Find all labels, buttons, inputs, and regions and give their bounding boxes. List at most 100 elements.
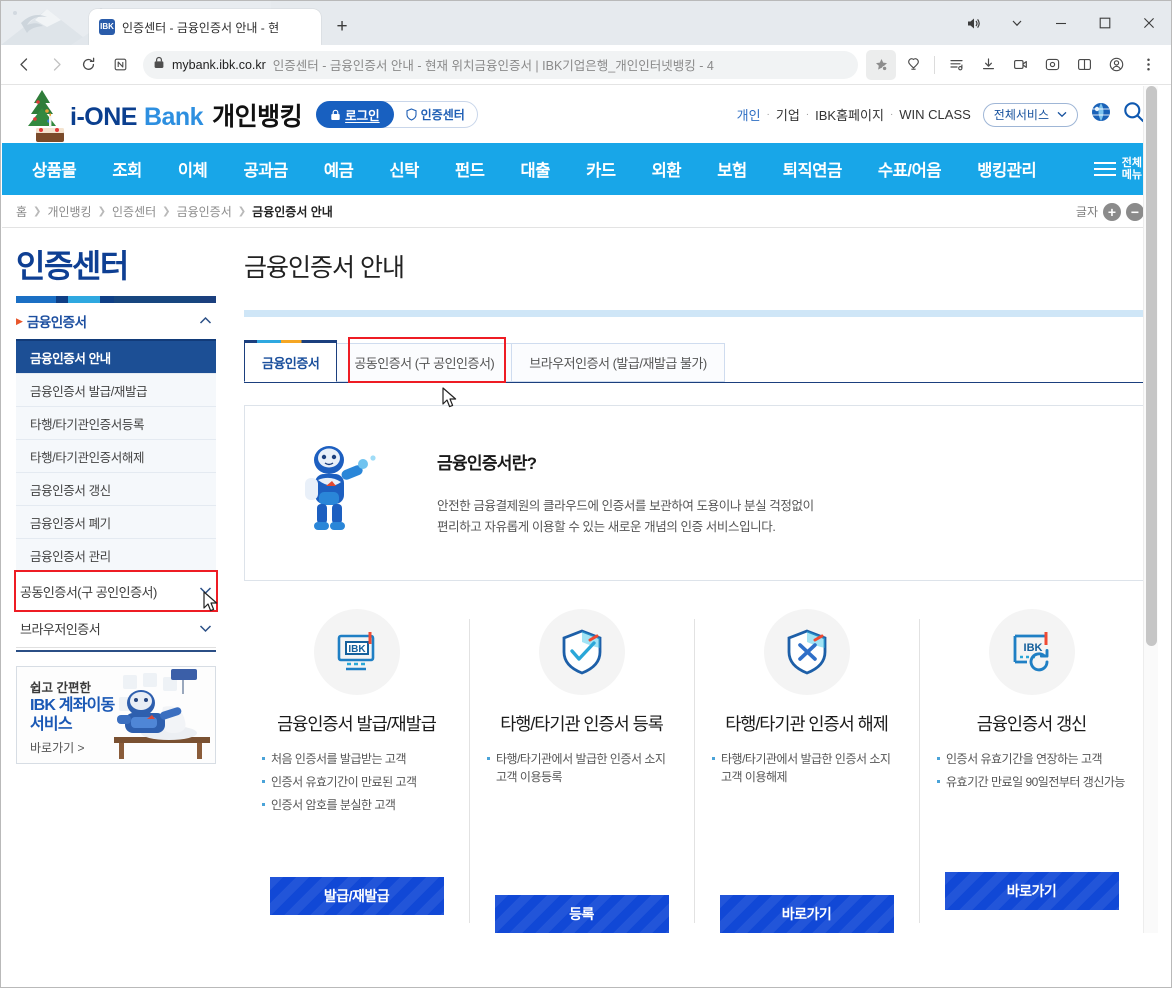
tab-browser-cert[interactable]: 브라우저인증서 (발급/재발급 불가) xyxy=(512,343,725,382)
reload-icon[interactable] xyxy=(73,50,103,80)
brand-bank: Bank xyxy=(143,102,204,131)
card-button-register[interactable]: 등록 xyxy=(494,895,669,933)
browser-essentials-icon[interactable] xyxy=(1037,50,1067,80)
card-renew: IBK 금융인증서 갱신 인증서 유효기간을 연장하는 고객 유효기간 만료일 … xyxy=(919,609,1144,933)
gnb-item-card[interactable]: 카드 xyxy=(568,157,634,181)
card-button-renew[interactable]: 바로가기 xyxy=(944,872,1119,910)
shield-x-icon xyxy=(763,609,850,695)
sidebar-item-issue-reissue[interactable]: 금융인증서 발급/재발급 xyxy=(16,374,216,407)
gnb-item-transfer[interactable]: 이체 xyxy=(160,157,226,181)
gnb-item-shop[interactable]: 상품몰 xyxy=(14,157,94,181)
info-box-text: 금융인증서란? 안전한 금융결제원의 클라우드에 인증서를 보관하여 도용이나 … xyxy=(437,449,814,538)
sidebar-promo-banner[interactable]: 쉽고 간편한 IBK 계좌이동 서비스 바로가기 > xyxy=(16,666,216,764)
gnb-item-trust[interactable]: 신탁 xyxy=(371,157,437,181)
screen-capture-icon[interactable] xyxy=(1005,50,1035,80)
address-bar[interactable]: mybank.ibk.co.kr 인증센터 - 금융인증서 안내 - 현재 위치… xyxy=(143,50,858,79)
split-screen-icon[interactable] xyxy=(1069,50,1099,80)
card-button-release[interactable]: 바로가기 xyxy=(719,895,894,933)
vertical-tabs-icon[interactable] xyxy=(941,50,971,80)
card-bullets-release-other-cert: 타행/타기관에서 발급한 인증서 소지 고객 이용해제 xyxy=(706,750,907,786)
breadcrumb-item-cert-center[interactable]: 인증센터 xyxy=(112,203,156,220)
chevron-down-icon[interactable] xyxy=(995,7,1039,39)
star-filled-icon[interactable] xyxy=(866,49,896,80)
collections-icon[interactable] xyxy=(898,50,928,80)
close-icon[interactable] xyxy=(1127,7,1171,39)
utility-link-homepage[interactable]: IBK홈페이지 xyxy=(815,105,884,124)
all-menu-label-line2: 메뉴 xyxy=(1121,169,1142,181)
sidebar-item-manage[interactable]: 금융인증서 관리 xyxy=(16,539,216,572)
utility-link-personal[interactable]: 개인 xyxy=(737,105,761,124)
url-page-title: 인증센터 - 금융인증서 안내 - 현재 위치금융인증서 | IBK기업은행_개… xyxy=(272,59,714,73)
login-button[interactable]: 로그인 xyxy=(316,101,394,128)
dot-separator: · xyxy=(889,109,894,120)
banner-cta[interactable]: 바로가기 > xyxy=(30,739,85,756)
sidebar-group-browser-cert[interactable]: 브라우저인증서 xyxy=(16,610,216,648)
breadcrumb-item-home[interactable]: 홈 xyxy=(16,203,27,220)
sidebar-group-joint-cert-label: 공동인증서(구 공인인증서) xyxy=(20,584,157,600)
sidebar-item-revoke[interactable]: 금융인증서 폐기 xyxy=(16,506,216,539)
gnb-item-utility-bill[interactable]: 공과금 xyxy=(225,157,305,181)
gnb-item-insurance[interactable]: 보험 xyxy=(699,157,765,181)
gnb-item-foreign-exchange[interactable]: 외환 xyxy=(634,157,700,181)
new-tab-button[interactable]: + xyxy=(327,12,357,42)
tab-joint-cert[interactable]: 공동인증서 (구 공인인증서) xyxy=(337,343,513,382)
card-bullet: 유효기간 만료일 90일전부터 갱신가능 xyxy=(937,773,1126,791)
speaker-icon[interactable] xyxy=(951,7,995,39)
more-options-icon[interactable] xyxy=(1133,50,1163,80)
browser-tab[interactable]: IBK 인증센터 - 금융인증서 안내 - 현 xyxy=(89,9,321,45)
page-title: 금융인증서 안내 xyxy=(244,254,405,282)
sidebar-item-financial-cert-guide[interactable]: 금융인증서 안내 xyxy=(16,341,216,374)
toolbar-divider xyxy=(934,55,935,74)
maximize-icon[interactable] xyxy=(1083,7,1127,39)
content-tabs: 금융인증서 공동인증서 (구 공인인증서) 브라우저인증서 (발급/재발급 불가… xyxy=(244,340,1144,383)
card-title-renew: 금융인증서 갱신 xyxy=(976,714,1088,734)
gnb-item-loan[interactable]: 대출 xyxy=(503,157,569,181)
all-menu-button[interactable]: 전체 메뉴 xyxy=(1093,143,1142,195)
page-scrollbar-thumb[interactable] xyxy=(1146,86,1157,646)
gnb-item-fund[interactable]: 펀드 xyxy=(437,157,503,181)
sidebar-group-financial-cert[interactable]: ▶ 금융인증서 xyxy=(16,303,216,341)
sidebar-item-register-other-bank-cert[interactable]: 타행/타기관인증서등록 xyxy=(16,407,216,440)
sidebar-item-release-other-bank-cert[interactable]: 타행/타기관인증서해제 xyxy=(16,440,216,473)
font-decrease-button[interactable]: − xyxy=(1126,202,1144,221)
banner-line1: 쉽고 간편한 xyxy=(30,681,91,695)
browser-tab-title: 인증센터 - 금융인증서 안내 - 현 xyxy=(122,20,280,35)
utility-link-winclass[interactable]: WIN CLASS xyxy=(899,107,971,122)
gnb-item-inquiry[interactable]: 조회 xyxy=(94,157,160,181)
site-header: i -ONE Bank 개인뱅킹 로그인 인증센터 개인 · 기업 · IBK홈… xyxy=(2,86,1158,143)
profile-icon[interactable] xyxy=(1101,50,1131,80)
minimize-icon[interactable] xyxy=(1039,7,1083,39)
breadcrumb-item-personal-banking[interactable]: 개인뱅킹 xyxy=(47,203,91,220)
brand-logo[interactable]: i -ONE Bank 개인뱅킹 xyxy=(70,97,303,133)
n-box-icon[interactable] xyxy=(105,50,135,80)
shield-icon xyxy=(406,108,417,121)
sidebar-item-renew[interactable]: 금융인증서 갱신 xyxy=(16,473,216,506)
card-release-other-cert: 타행/타기관 인증서 해제 타행/타기관에서 발급한 인증서 소지 고객 이용해… xyxy=(694,609,919,933)
gnb-item-check-note[interactable]: 수표/어음 xyxy=(860,157,959,181)
sidebar-group-label: 금융인증서 xyxy=(26,315,87,330)
tab-financial-cert[interactable]: 금융인증서 xyxy=(244,340,338,382)
gnb-item-pension[interactable]: 퇴직연금 xyxy=(765,157,860,181)
card-bullet: 타행/타기관에서 발급한 인증서 소지 고객 이용등록 xyxy=(487,750,676,786)
card-title-issue-reissue: 금융인증서 발급/재발급 xyxy=(277,714,437,734)
card-button-issue-reissue[interactable]: 발급/재발급 xyxy=(269,877,444,915)
chevron-down-icon xyxy=(1057,111,1067,118)
card-bullets-renew: 인증서 유효기간을 연장하는 고객 유효기간 만료일 90일전부터 갱신가능 xyxy=(931,750,1132,791)
gnb-item-deposit[interactable]: 예금 xyxy=(306,157,372,181)
chevron-down-icon xyxy=(199,622,212,636)
page-scrollbar[interactable] xyxy=(1143,86,1158,933)
breadcrumb-item-financial-cert[interactable]: 금융인증서 xyxy=(177,203,232,220)
banner-line2: IBK 계좌이동 서비스 xyxy=(30,696,115,734)
gnb-item-banking-management[interactable]: 뱅킹관리 xyxy=(959,157,1054,181)
all-services-dropdown[interactable]: 전체서비스 xyxy=(982,102,1078,127)
cert-center-button[interactable]: 인증센터 xyxy=(394,101,477,128)
all-menu-label-line1: 전체 xyxy=(1121,157,1142,169)
font-increase-button[interactable]: + xyxy=(1103,202,1121,221)
font-size-label: 글자 xyxy=(1075,205,1098,219)
ibk-monitor-icon: IBK xyxy=(313,609,400,695)
sidebar-group-joint-cert[interactable]: 공동인증서(구 공인인증서) xyxy=(14,570,218,612)
downloads-icon[interactable] xyxy=(973,50,1003,80)
utility-link-corporate[interactable]: 기업 xyxy=(776,105,800,124)
globe-icon[interactable] xyxy=(1090,101,1112,128)
back-arrow-icon[interactable] xyxy=(9,50,39,80)
